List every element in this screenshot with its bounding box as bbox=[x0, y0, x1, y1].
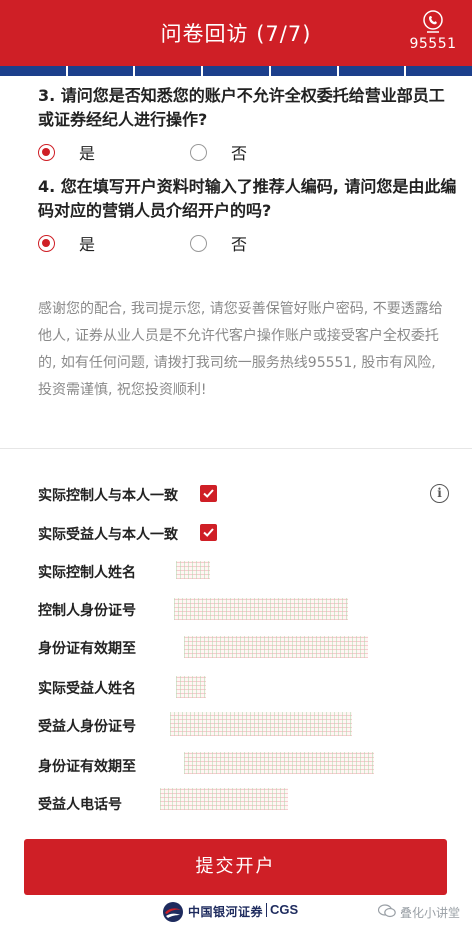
question-4-options: 是 否 bbox=[38, 230, 438, 256]
radio-unchecked-icon[interactable] bbox=[190, 143, 207, 161]
progress-segment bbox=[406, 66, 472, 76]
footer: 中国银河证券 CGS 叠化小讲堂 bbox=[0, 898, 472, 930]
question-4-text: 4. 您在填写开户资料时输入了推荐人编码, 请问您是由此编码对应的营销人员介绍开… bbox=[38, 177, 457, 220]
submit-open-account-button[interactable]: 提交开户 bbox=[24, 839, 447, 895]
controller-id-masked-value[interactable] bbox=[174, 598, 348, 620]
progress-bar bbox=[0, 66, 472, 76]
controller-name-label: 实际控制人姓名 bbox=[38, 565, 136, 581]
hotline-button[interactable]: 95551 bbox=[408, 10, 458, 52]
beneficiary-phone-masked-value[interactable] bbox=[160, 788, 288, 810]
progress-segment bbox=[203, 66, 271, 76]
progress-segment bbox=[270, 66, 339, 76]
beneficiary-id-expiry-masked-value[interactable] bbox=[184, 752, 374, 774]
beneficiary-name-label: 实际受益人姓名 bbox=[38, 681, 136, 697]
beneficiary-phone-label: 受益人电话号 bbox=[38, 797, 122, 813]
question-4-option-yes[interactable]: 是 bbox=[38, 231, 190, 255]
question-3-option-yes[interactable]: 是 bbox=[38, 140, 190, 164]
radio-unchecked-icon[interactable] bbox=[190, 234, 207, 252]
phone-handset-icon bbox=[423, 10, 443, 33]
option-label: 否 bbox=[231, 144, 248, 163]
option-label: 是 bbox=[79, 144, 96, 163]
beneficiary-same-checkbox[interactable] bbox=[200, 524, 217, 541]
controller-name-masked-value[interactable] bbox=[176, 561, 210, 579]
checkmark-icon bbox=[203, 489, 214, 498]
risk-notice: 感谢您的配合, 我司提示您, 请您妥善保管好账户密码, 不要透露给他人, 证券从… bbox=[38, 301, 443, 398]
beneficiary-name-masked-value[interactable] bbox=[176, 676, 206, 698]
beneficiary-id-label: 受益人身份证号 bbox=[38, 719, 136, 735]
beneficiary-id-expiry-label: 身份证有效期至 bbox=[38, 759, 136, 775]
hotline-number: 95551 bbox=[409, 36, 457, 52]
id-expiry-label: 身份证有效期至 bbox=[38, 641, 136, 657]
question-3-option-no[interactable]: 否 bbox=[190, 140, 342, 164]
info-icon[interactable]: i bbox=[430, 484, 449, 503]
progress-segment bbox=[338, 66, 407, 76]
footer-brand-abbr: CGS bbox=[270, 902, 299, 917]
progress-segment bbox=[67, 66, 136, 76]
wechat-icon bbox=[378, 904, 396, 918]
footer-brand-name: 中国银河证券 bbox=[188, 905, 264, 919]
option-label: 否 bbox=[231, 235, 248, 254]
question-4-option-no[interactable]: 否 bbox=[190, 231, 342, 255]
header-bar: 问卷回访 (7/7) 95551 bbox=[0, 0, 472, 66]
galaxy-logo-icon bbox=[163, 902, 183, 922]
page-title: 问卷回访 (7/7) bbox=[160, 22, 312, 46]
question-3-text: 3. 请问您是否知悉您的账户不允许全权委托给营业部员工或证券经纪人进行操作? bbox=[38, 86, 445, 129]
footer-separator bbox=[266, 903, 267, 917]
option-label: 是 bbox=[79, 235, 96, 254]
controller-id-expiry-masked-value[interactable] bbox=[184, 636, 368, 658]
section-divider bbox=[0, 448, 472, 449]
beneficiary-same-label: 实际受益人与本人一致 bbox=[38, 527, 178, 543]
beneficiary-id-masked-value[interactable] bbox=[170, 712, 352, 736]
watermark-text: 叠化小讲堂 bbox=[400, 906, 461, 920]
progress-segment bbox=[135, 66, 204, 76]
checkmark-icon bbox=[203, 528, 214, 537]
controller-same-checkbox[interactable] bbox=[200, 485, 217, 502]
question-3-options: 是 否 bbox=[38, 139, 438, 165]
controller-same-label: 实际控制人与本人一致 bbox=[38, 488, 178, 504]
progress-segment bbox=[0, 66, 68, 76]
radio-checked-icon[interactable] bbox=[38, 234, 55, 252]
radio-checked-icon[interactable] bbox=[38, 143, 55, 161]
controller-id-label: 控制人身份证号 bbox=[38, 603, 136, 619]
